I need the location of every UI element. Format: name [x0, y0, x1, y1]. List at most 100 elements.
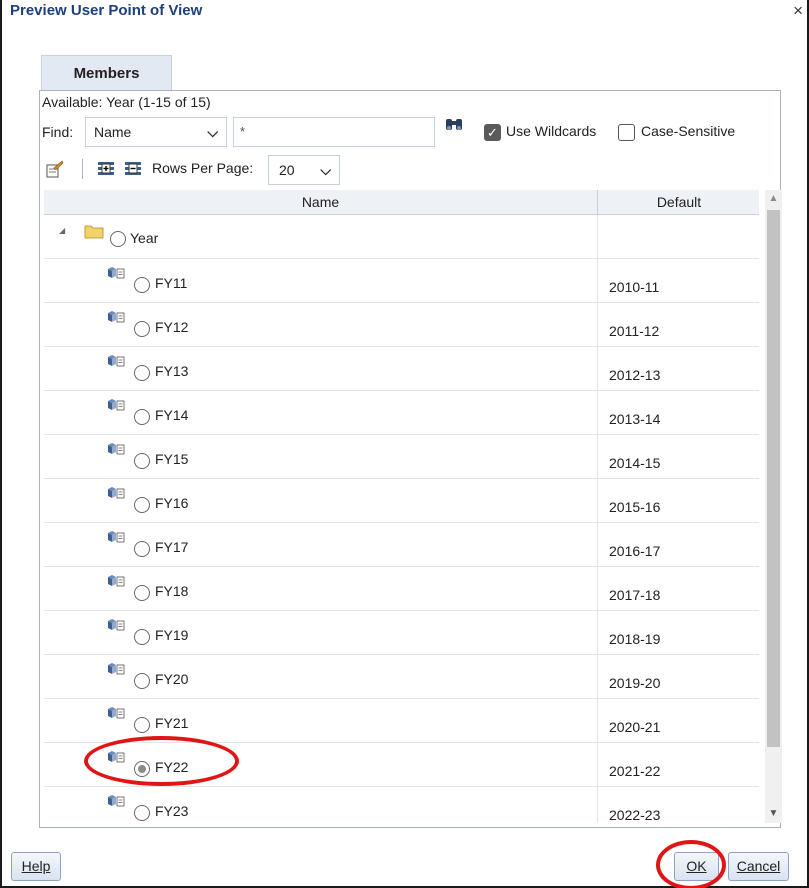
- table-row[interactable]: ◢ Year: [44, 215, 759, 259]
- scroll-down-arrow-icon[interactable]: ▼: [765, 805, 782, 823]
- member-name: FY18: [155, 583, 189, 599]
- member-icon: [108, 751, 125, 763]
- chevron-down-icon: ⌵: [207, 124, 218, 140]
- name-cell: FY20: [44, 655, 598, 699]
- member-radio[interactable]: [134, 277, 150, 293]
- name-cell: ◢ Year: [44, 215, 598, 259]
- default-cell: 2017-18: [609, 587, 661, 603]
- member-icon: [108, 575, 125, 587]
- member-name: FY14: [155, 407, 189, 423]
- tab-members[interactable]: Members: [41, 55, 172, 90]
- grid-header: Name Default: [44, 190, 759, 215]
- ok-button[interactable]: OK: [674, 852, 719, 881]
- tree-collapse-icon[interactable]: ◢: [59, 226, 65, 235]
- ok-button-label: OK: [686, 858, 707, 874]
- scroll-thumb[interactable]: [767, 210, 780, 747]
- table-row[interactable]: FY15 2014-15: [44, 435, 759, 479]
- member-list: ◢ Year FY11 2010-11 FY12 2011-12 FY13 2012-13 FY…: [44, 215, 759, 823]
- collapse-all-icon[interactable]: [124, 160, 142, 178]
- default-cell: [599, 215, 759, 259]
- name-cell: FY22: [44, 743, 598, 787]
- member-icon: [108, 311, 125, 323]
- close-icon[interactable]: ×: [793, 1, 803, 21]
- table-row[interactable]: FY13 2012-13: [44, 347, 759, 391]
- name-cell: FY17: [44, 523, 598, 567]
- name-cell: FY11: [44, 259, 598, 303]
- default-cell: 2018-19: [609, 631, 661, 647]
- member-radio[interactable]: [134, 585, 150, 601]
- member-name: FY15: [155, 451, 189, 467]
- find-field-value: Name: [94, 124, 132, 140]
- table-row[interactable]: FY12 2011-12: [44, 303, 759, 347]
- table-row[interactable]: FY21 2020-21: [44, 699, 759, 743]
- member-radio[interactable]: [134, 409, 150, 425]
- name-cell: FY12: [44, 303, 598, 347]
- member-radio[interactable]: [134, 761, 150, 777]
- member-icon: [108, 619, 125, 631]
- default-cell: 2011-12: [609, 323, 660, 339]
- case-sensitive-checkbox[interactable]: [618, 124, 635, 141]
- table-row[interactable]: FY11 2010-11: [44, 259, 759, 303]
- member-icon: [108, 707, 125, 719]
- expand-all-icon[interactable]: [97, 160, 115, 178]
- cancel-button[interactable]: Cancel: [728, 852, 789, 881]
- default-cell: 2014-15: [609, 455, 661, 471]
- default-cell: 2015-16: [609, 499, 661, 515]
- member-radio[interactable]: [134, 497, 150, 513]
- default-cell: 2019-20: [609, 675, 661, 691]
- chevron-down-icon: ⌵: [320, 162, 331, 178]
- rows-per-page-value: 20: [279, 162, 295, 178]
- search-input[interactable]: *: [233, 117, 435, 147]
- member-name: FY20: [155, 671, 189, 687]
- find-field-select[interactable]: Name ⌵: [85, 117, 227, 147]
- table-row[interactable]: FY17 2016-17: [44, 523, 759, 567]
- member-radio[interactable]: [134, 453, 150, 469]
- binoculars-search-icon[interactable]: [445, 116, 463, 132]
- preview-user-pov-dialog: Preview User Point of View × Members Ava…: [0, 0, 809, 888]
- find-label: Find:: [42, 124, 74, 140]
- default-cell: 2016-17: [609, 543, 661, 559]
- member-name: FY16: [155, 495, 189, 511]
- member-radio[interactable]: [134, 321, 150, 337]
- edit-properties-icon[interactable]: [46, 160, 64, 178]
- use-wildcards-label: Use Wildcards: [506, 123, 597, 139]
- member-name: FY23: [155, 803, 189, 819]
- member-name: FY12: [155, 319, 189, 335]
- scroll-up-arrow-icon[interactable]: ▲: [765, 190, 782, 208]
- vertical-scrollbar[interactable]: ▲ ▼: [765, 190, 782, 823]
- use-wildcards-checkbox[interactable]: ✓: [484, 124, 501, 141]
- member-icon: [108, 487, 125, 499]
- name-cell: FY19: [44, 611, 598, 655]
- member-icon: [108, 443, 125, 455]
- default-cell: 2012-13: [609, 367, 661, 383]
- member-name: FY22: [155, 759, 189, 775]
- member-radio[interactable]: [134, 717, 150, 733]
- member-icon: [108, 399, 125, 411]
- folder-icon: [84, 225, 104, 239]
- member-icon: [108, 663, 125, 675]
- rows-per-page-select[interactable]: 20 ⌵: [268, 155, 340, 185]
- table-row[interactable]: FY16 2015-16: [44, 479, 759, 523]
- member-radio[interactable]: [134, 805, 150, 821]
- member-radio[interactable]: [134, 673, 150, 689]
- name-cell: FY18: [44, 567, 598, 611]
- table-row[interactable]: FY23 2022-23: [44, 787, 759, 823]
- table-row[interactable]: FY19 2018-19: [44, 611, 759, 655]
- member-name: FY19: [155, 627, 189, 643]
- name-cell: FY23: [44, 787, 598, 823]
- name-cell: FY16: [44, 479, 598, 523]
- table-row[interactable]: FY20 2019-20: [44, 655, 759, 699]
- table-row[interactable]: FY22 2021-22: [44, 743, 759, 787]
- toolbar-separator: [82, 159, 83, 179]
- member-radio[interactable]: [134, 541, 150, 557]
- member-radio[interactable]: [134, 629, 150, 645]
- available-count: Available: Year (1-15 of 15): [42, 94, 211, 110]
- column-header-name[interactable]: Name: [44, 190, 598, 215]
- table-row[interactable]: FY14 2013-14: [44, 391, 759, 435]
- table-row[interactable]: FY18 2017-18: [44, 567, 759, 611]
- member-radio[interactable]: [134, 365, 150, 381]
- column-header-default[interactable]: Default: [599, 190, 759, 215]
- member-radio[interactable]: [110, 231, 126, 247]
- name-cell: FY15: [44, 435, 598, 479]
- help-button[interactable]: Help: [11, 852, 61, 881]
